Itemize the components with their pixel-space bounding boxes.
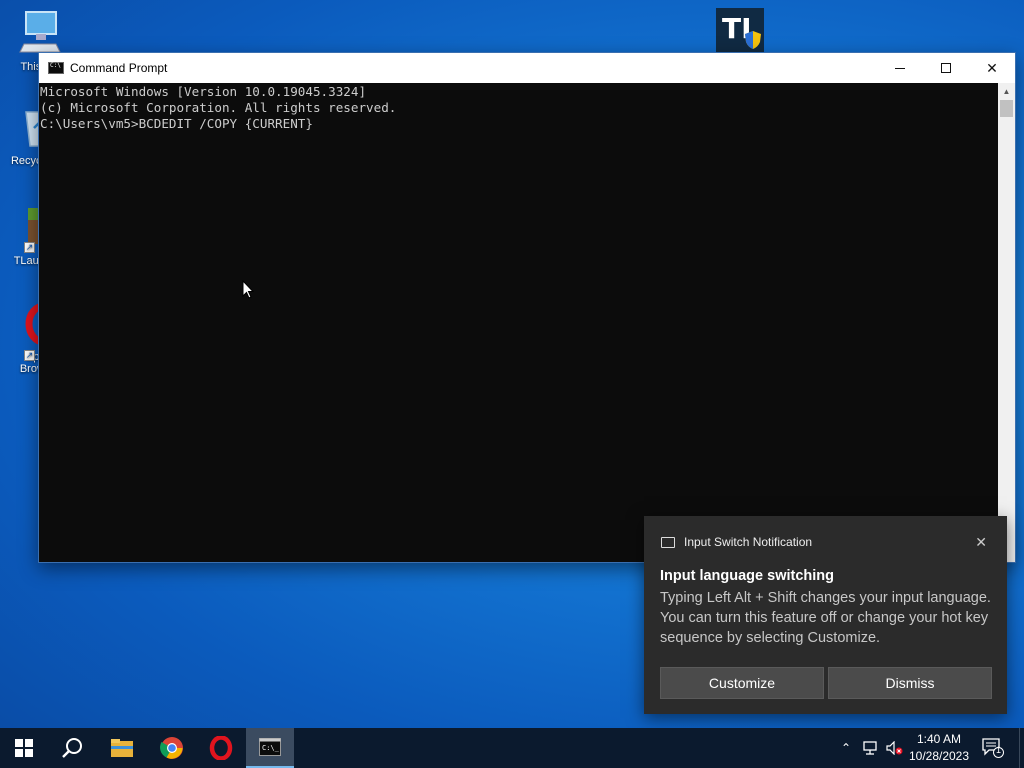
notification-count-badge: 1 [996,745,1002,755]
console-line: Microsoft Windows [Version 10.0.19045.33… [40,84,367,99]
computer-icon [19,11,61,53]
search-icon [62,738,82,758]
svg-text:C:\_: C:\_ [262,744,280,752]
scroll-up-arrow-icon[interactable]: ▲ [998,83,1015,100]
clock-date: 10/28/2023 [908,749,970,763]
minimize-button[interactable] [877,53,923,83]
minimize-icon [895,67,905,69]
start-button[interactable] [0,728,48,768]
clock-time: 1:40 AM [916,732,962,746]
search-button[interactable] [48,728,96,768]
shortcut-arrow-icon: ↗ [24,350,35,361]
scrollbar-thumb[interactable] [1000,100,1013,117]
taskbar-command-prompt[interactable]: C:\_ [246,728,294,768]
ti-app-icon[interactable]: TI [716,8,764,52]
taskbar-file-explorer[interactable] [98,728,146,768]
shortcut-arrow-icon: ↗ [24,242,35,253]
taskbar-opera[interactable] [197,728,245,768]
customize-button[interactable]: Customize [660,667,824,699]
window-title: Command Prompt [70,61,168,75]
keyboard-icon [661,536,675,548]
maximize-button[interactable] [923,53,969,83]
show-desktop-button[interactable] [1019,728,1024,768]
taskbar-clock[interactable]: 1:40 AM 10/28/2023 [908,728,970,768]
opera-icon [209,736,233,760]
maximize-icon [941,63,951,73]
speaker-muted-icon [886,741,903,755]
input-switch-notification[interactable]: Input Switch Notification ✕ Input langua… [644,516,1007,714]
uac-shield-icon [745,31,761,49]
command-prompt-window[interactable]: Command Prompt ✕ Microsoft Windows [Vers… [38,52,1016,563]
console-line: (c) Microsoft Corporation. All rights re… [40,100,397,115]
windows-logo-icon [15,739,33,757]
notification-header: Input Switch Notification ✕ [644,516,1007,568]
volume-muted-icon[interactable] [884,728,906,768]
taskbar: C:\_ ⌃ 1:40 AM 10/28/2023 1 [0,728,1024,768]
console-output[interactable]: Microsoft Windows [Version 10.0.19045.33… [39,83,998,562]
window-titlebar[interactable]: Command Prompt ✕ [39,53,1015,83]
console-line: C:\Users\vm5>BCDEDIT /COPY {CURRENT} [40,116,313,131]
chrome-icon [160,737,183,759]
command-prompt-icon [48,62,64,74]
mouse-pointer-icon [242,280,254,299]
command-prompt-icon: C:\_ [259,738,281,756]
close-button[interactable]: ✕ [969,53,1015,83]
notification-body: Typing Left Alt + Shift changes your inp… [660,590,991,646]
notification-close-icon[interactable]: ✕ [975,534,987,551]
action-center-button[interactable]: 1 [980,728,1006,768]
dismiss-button[interactable]: Dismiss [828,667,992,699]
file-explorer-icon [111,739,133,757]
notification-title: Input language switching [660,568,834,584]
close-icon: ✕ [986,59,998,76]
vertical-scrollbar[interactable]: ▲ [998,83,1015,562]
network-icon [863,741,877,755]
notification-app-name: Input Switch Notification [684,535,813,549]
network-icon[interactable] [860,728,882,768]
taskbar-chrome[interactable] [148,728,196,768]
show-hidden-icons-chevron-icon[interactable]: ⌃ [836,728,856,768]
